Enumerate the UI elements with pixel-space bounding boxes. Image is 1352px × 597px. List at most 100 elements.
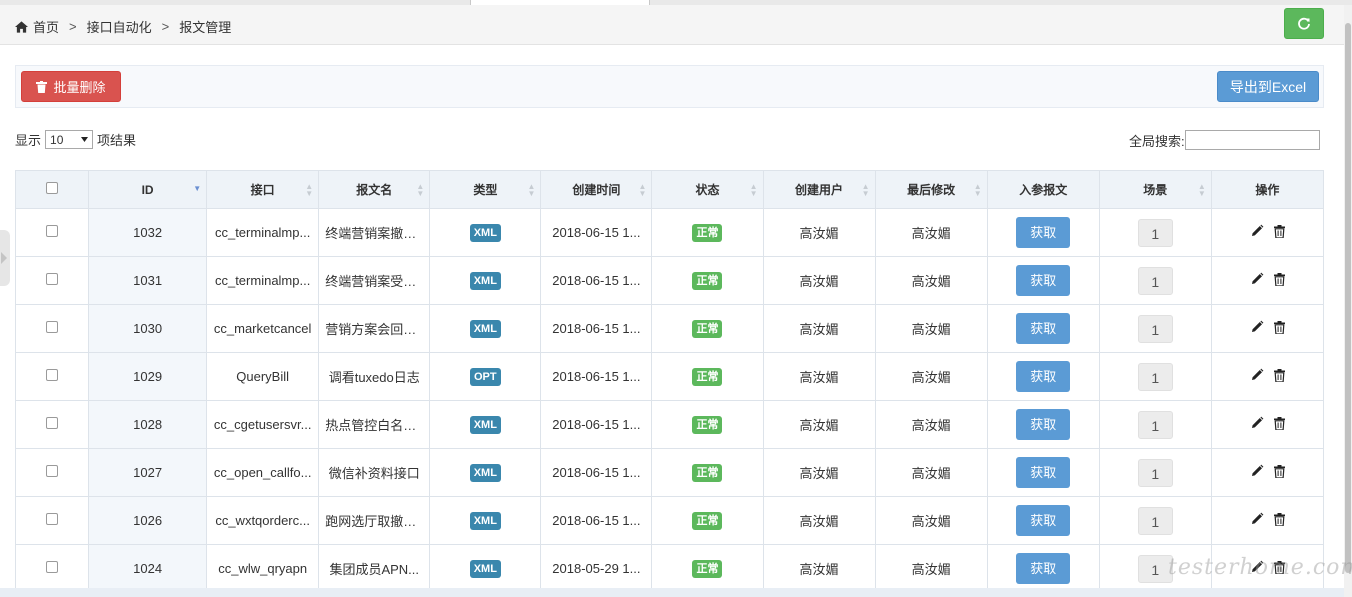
cell-interface: cc_cgetusersvr... xyxy=(206,400,320,449)
row-checkbox[interactable] xyxy=(46,465,59,477)
edit-icon[interactable] xyxy=(1250,368,1264,382)
row-select-cell xyxy=(14,352,90,401)
sort-icon[interactable]: ▲ ▼ xyxy=(974,183,982,198)
scene-badge[interactable]: 1 xyxy=(1137,410,1173,439)
column-header-actions[interactable]: 操作 xyxy=(1210,170,1325,209)
fetch-button[interactable]: 获取 xyxy=(1016,553,1071,584)
table-row: 1028 cc_cgetusersvr... 热点管控白名单... XML 2018-0… xyxy=(14,400,1325,449)
column-header-input-message[interactable]: 入参报文 xyxy=(986,170,1100,209)
column-header-last-modified[interactable]: 最后修改 ▲ ▼ xyxy=(874,170,988,209)
fetch-button[interactable]: 获取 xyxy=(1016,409,1071,440)
row-checkbox[interactable] xyxy=(46,273,59,285)
cell-type: XML xyxy=(429,208,542,257)
vertical-scrollbar[interactable] xyxy=(1344,5,1352,597)
type-badge: XML xyxy=(469,559,501,578)
sort-icon[interactable]: ▼ xyxy=(193,185,201,193)
row-checkbox[interactable] xyxy=(46,417,59,429)
row-checkbox[interactable] xyxy=(46,369,59,381)
page-length-select[interactable]: 10 xyxy=(45,130,94,149)
interface-text: cc_wxtqorderc... xyxy=(215,513,310,528)
cell-scene: 1 xyxy=(1098,256,1212,305)
fetch-button[interactable]: 获取 xyxy=(1016,361,1071,392)
cell-id: 1028 xyxy=(88,400,208,449)
fetch-button[interactable]: 获取 xyxy=(1016,457,1071,488)
column-header-scene[interactable]: 场景 ▲ ▼ xyxy=(1098,170,1212,209)
row-checkbox[interactable] xyxy=(46,225,59,237)
column-header-status[interactable]: 状态 ▲ ▼ xyxy=(651,170,764,209)
trash-icon[interactable] xyxy=(1273,272,1285,286)
edit-icon[interactable] xyxy=(1250,224,1264,238)
scene-badge[interactable]: 1 xyxy=(1137,266,1173,295)
cell-input-message: 获取 xyxy=(986,496,1100,545)
sort-icon[interactable]: ▲ ▼ xyxy=(305,183,313,198)
column-header-message-name[interactable]: 报文名 ▲ ▼ xyxy=(318,170,431,209)
sort-icon[interactable]: ▲ ▼ xyxy=(1198,183,1206,198)
cell-last-modified: 高汝媚 xyxy=(874,208,988,257)
cell-interface: QueryBill xyxy=(206,352,320,401)
cell-created-time: 2018-06-15 1... xyxy=(540,400,653,449)
row-checkbox[interactable] xyxy=(46,321,59,333)
export-excel-button[interactable]: 导出到Excel xyxy=(1217,71,1319,102)
cell-message-name: 集团成员APN... xyxy=(318,544,431,593)
sidebar-toggle-handle[interactable] xyxy=(0,230,10,286)
sort-icon[interactable]: ▲ ▼ xyxy=(862,183,870,198)
scene-badge[interactable]: 1 xyxy=(1137,458,1173,487)
sort-icon[interactable]: ▲ ▼ xyxy=(639,183,647,198)
trash-icon[interactable] xyxy=(1273,320,1285,334)
scrollbar-thumb[interactable] xyxy=(1345,23,1351,573)
trash-icon[interactable] xyxy=(1273,416,1285,430)
cell-last-modified: 高汝媚 xyxy=(874,496,988,545)
breadcrumb-home[interactable]: 首页 xyxy=(33,17,59,36)
sort-icon[interactable]: ▲ ▼ xyxy=(527,183,535,198)
cell-id: 1031 xyxy=(88,256,208,305)
message-name-text: 集团成员APN... xyxy=(329,562,420,577)
refresh-button[interactable] xyxy=(1284,8,1324,39)
trash-icon[interactable] xyxy=(1273,464,1285,478)
edit-icon[interactable] xyxy=(1250,272,1264,286)
scene-badge[interactable]: 1 xyxy=(1137,314,1173,343)
scene-badge[interactable]: 1 xyxy=(1137,362,1173,391)
cell-last-modified: 高汝媚 xyxy=(874,400,988,449)
column-header-id[interactable]: ID ▼ xyxy=(88,170,208,209)
column-header-creator[interactable]: 创建用户 ▲ ▼ xyxy=(762,170,876,209)
fetch-button[interactable]: 获取 xyxy=(1016,217,1071,248)
row-checkbox[interactable] xyxy=(46,513,59,525)
sort-icon[interactable]: ▲ ▼ xyxy=(750,183,758,198)
cell-status: 正常 xyxy=(651,304,764,353)
column-header-type[interactable]: 类型 ▲ ▼ xyxy=(429,170,542,209)
cell-id: 1030 xyxy=(88,304,208,353)
sort-icon[interactable]: ▲ ▼ xyxy=(416,183,424,198)
trash-icon[interactable] xyxy=(1273,512,1285,526)
table-row: 1032 cc_terminalmp... 终端营销案撤销... XML 2018-06… xyxy=(14,208,1325,257)
edit-icon[interactable] xyxy=(1250,320,1264,334)
cell-creator: 高汝媚 xyxy=(762,448,876,497)
column-header-interface[interactable]: 接口 ▲ ▼ xyxy=(206,170,320,209)
cell-scene: 1 xyxy=(1098,304,1212,353)
trash-icon[interactable] xyxy=(1273,224,1285,238)
interface-text: cc_marketcancel xyxy=(213,321,312,336)
scene-badge[interactable]: 1 xyxy=(1137,218,1173,247)
fetch-button[interactable]: 获取 xyxy=(1016,313,1071,344)
row-checkbox[interactable] xyxy=(46,561,59,573)
column-header-created-time[interactable]: 创建时间 ▲ ▼ xyxy=(540,170,653,209)
cell-status: 正常 xyxy=(651,544,764,593)
edit-icon[interactable] xyxy=(1250,512,1264,526)
breadcrumb-interface-automation[interactable]: 接口自动化 xyxy=(87,17,152,36)
cell-input-message: 获取 xyxy=(986,448,1100,497)
scene-badge[interactable]: 1 xyxy=(1137,506,1173,535)
edit-icon[interactable] xyxy=(1250,464,1264,478)
select-all-checkbox[interactable] xyxy=(46,182,59,194)
column-header-label: 操作 xyxy=(1255,183,1280,197)
type-badge: XML xyxy=(469,463,501,482)
cell-creator: 高汝媚 xyxy=(762,304,876,353)
search-input[interactable] xyxy=(1184,130,1320,150)
status-badge: 正常 xyxy=(692,559,723,578)
fetch-button[interactable]: 获取 xyxy=(1016,265,1071,296)
batch-delete-button[interactable]: 批量删除 xyxy=(21,71,121,102)
column-header-select-all[interactable] xyxy=(14,170,90,209)
length-suffix: 项结果 xyxy=(97,133,137,148)
trash-icon[interactable] xyxy=(1273,368,1285,382)
page-length-control: 显示 10 项结果 xyxy=(15,130,136,149)
fetch-button[interactable]: 获取 xyxy=(1016,505,1071,536)
edit-icon[interactable] xyxy=(1250,416,1264,430)
